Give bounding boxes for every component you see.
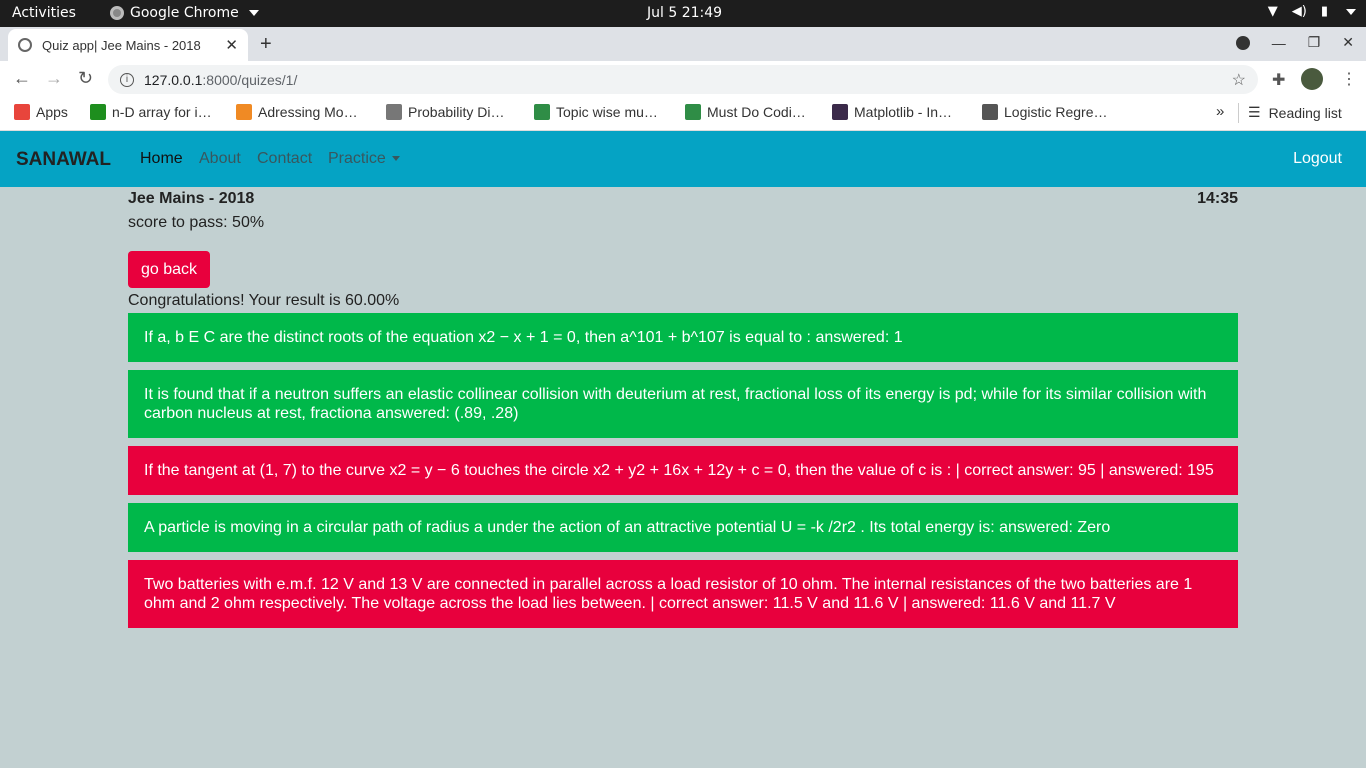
nav-practice-label: Practice [328, 150, 386, 167]
bookmark-gear-icon [386, 104, 402, 120]
url-bar[interactable]: i 127.0.0.1:8000/quizes/1/ ☆ [108, 65, 1258, 94]
volume-icon: ◀) [1291, 4, 1307, 19]
activities-button[interactable]: Activities [12, 5, 76, 21]
reading-list-icon: ☰ [1248, 104, 1261, 120]
logout-link[interactable]: Logout [1293, 150, 1342, 168]
question-list: If a, b E C are the distinct roots of th… [128, 313, 1238, 636]
reading-list-button[interactable]: ☰ Reading list [1248, 104, 1342, 121]
wifi-icon: ▼ [1267, 4, 1278, 19]
bookmark-orange-icon [236, 104, 252, 120]
question-card-wrong: Two batteries with e.m.f. 12 V and 13 V … [128, 560, 1238, 628]
globe-icon [18, 38, 32, 52]
url-path: :8000/quizes/1/ [202, 71, 298, 88]
chevron-down-icon [248, 10, 259, 16]
geeksforgeeks-icon [534, 104, 550, 120]
nav-contact[interactable]: Contact [257, 150, 312, 168]
battery-icon: ▮ [1320, 4, 1328, 19]
app-menu[interactable]: Google Chrome [110, 5, 259, 21]
minimize-button[interactable]: — [1272, 35, 1286, 51]
restore-button[interactable]: ❐ [1308, 34, 1321, 51]
bookmark-item[interactable]: n-D array for i… [90, 104, 212, 120]
bookmark-item[interactable]: Adressing Mo… [236, 104, 358, 120]
close-tab-icon[interactable]: ✕ [225, 36, 238, 54]
extensions-puzzle-icon[interactable]: ✚ [1272, 70, 1285, 90]
bookmark-item[interactable]: Matplotlib - In… [832, 104, 952, 120]
bookmark-label: Probability Di… [408, 104, 505, 120]
quiz-timer: 14:35 [1197, 190, 1238, 207]
avatar[interactable] [1301, 68, 1323, 90]
bookmark-label: Matplotlib - In… [854, 104, 953, 120]
tab-title: Quiz app| Jee Mains - 2018 [42, 37, 201, 53]
bookmark-label: Adressing Mo… [258, 104, 358, 120]
chrome-icon [110, 6, 124, 20]
question-card-correct: If a, b E C are the distinct roots of th… [128, 313, 1238, 362]
bookmarks-bar: Apps n-D array for i… Adressing Mo… Probabi… [0, 97, 1366, 131]
bookmark-doc-icon [982, 104, 998, 120]
reload-icon[interactable]: ↻ [78, 68, 93, 89]
nav-practice-dropdown[interactable]: Practice [328, 150, 400, 168]
geeksforgeeks-icon [685, 104, 701, 120]
question-card-correct: It is found that if a neutron suffers an… [128, 370, 1238, 438]
close-window-button[interactable]: ✕ [1342, 34, 1354, 51]
info-icon[interactable]: i [120, 72, 134, 87]
question-card-wrong: If the tangent at (1, 7) to the curve x2… [128, 446, 1238, 495]
browser-tab[interactable]: Quiz app| Jee Mains - 2018 ✕ [8, 29, 248, 61]
more-bookmarks-icon[interactable]: » [1216, 103, 1224, 120]
question-card-correct: A particle is moving in a circular path … [128, 503, 1238, 552]
site-navbar: SANAWAL Home About Contact Practice Logo… [0, 131, 1366, 187]
nav-about[interactable]: About [199, 150, 241, 168]
bookmark-item[interactable]: Must Do Codi… [685, 104, 806, 120]
pass-score: score to pass: 50% [128, 214, 265, 231]
bookmark-item[interactable]: Logistic Regre… [982, 104, 1108, 120]
star-icon[interactable]: ☆ [1232, 70, 1246, 90]
chevron-down-icon [1346, 8, 1356, 15]
window-controls: — ❐ ✕ [1235, 34, 1354, 51]
result-message: Congratulations! Your result is 60.00% [128, 292, 400, 309]
menu-kebab-icon[interactable]: ⋮ [1341, 69, 1357, 89]
bookmark-b-icon [90, 104, 106, 120]
back-arrow-icon[interactable]: ← [13, 68, 31, 89]
quiz-title: Jee Mains - 2018 [128, 190, 255, 207]
tab-search-icon[interactable] [1235, 35, 1250, 50]
clock[interactable]: Jul 5 21:49 [647, 5, 722, 21]
app-menu-label: Google Chrome [130, 5, 239, 21]
bookmark-label: Must Do Codi… [707, 104, 806, 120]
bookmark-item[interactable]: Topic wise mu… [534, 104, 658, 120]
apps-grid-icon [14, 104, 30, 120]
bookmark-label: n-D array for i… [112, 104, 212, 120]
forward-arrow-icon[interactable]: → [45, 68, 63, 89]
bookmark-label: Apps [36, 104, 68, 120]
nav-home[interactable]: Home [140, 150, 183, 168]
divider [1238, 103, 1239, 123]
bookmark-label: Logistic Regre… [1004, 104, 1108, 120]
brand-logo[interactable]: SANAWAL [16, 149, 111, 171]
bookmark-item[interactable]: Apps [14, 104, 68, 120]
bookmark-item[interactable]: Probability Di… [386, 104, 504, 120]
new-tab-button[interactable]: + [260, 33, 272, 56]
url-host: 127.0.0.1 [144, 71, 203, 88]
go-back-button[interactable]: go back [128, 251, 210, 288]
system-tray[interactable]: ▼ ◀) ▮ [1268, 4, 1356, 19]
ml-icon [832, 104, 848, 120]
bookmark-label: Topic wise mu… [556, 104, 658, 120]
system-top-bar: Activities Google Chrome Jul 5 21:49 ▼ ◀… [0, 0, 1366, 27]
caret-down-icon [391, 156, 400, 162]
tab-strip: Quiz app| Jee Mains - 2018 ✕ + — ❐ ✕ [0, 27, 1366, 61]
address-bar-row: ← → ↻ i 127.0.0.1:8000/quizes/1/ ☆ ✚ ⋮ [0, 61, 1366, 97]
reading-list-label: Reading list [1268, 104, 1342, 121]
